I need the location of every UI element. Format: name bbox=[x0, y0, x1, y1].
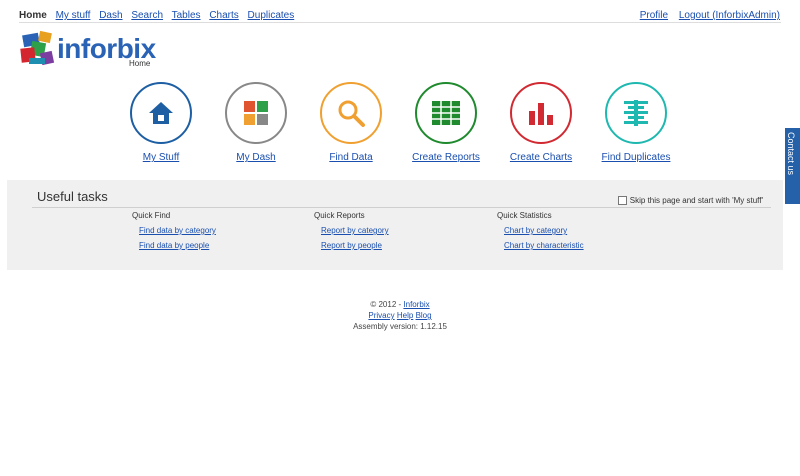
tile-my-stuff[interactable]: My Stuff bbox=[116, 82, 206, 163]
help-link[interactable]: Help bbox=[397, 311, 413, 320]
privacy-link[interactable]: Privacy bbox=[368, 311, 394, 320]
nav-tables[interactable]: Tables bbox=[172, 10, 201, 21]
useful-tasks-panel: Useful tasks Skip this page and start wi… bbox=[7, 180, 783, 270]
report-by-people-link[interactable]: Report by people bbox=[321, 241, 389, 250]
find-by-category-link[interactable]: Find data by category bbox=[139, 226, 216, 235]
quick-reports-column: Quick Reports Report by category Report … bbox=[314, 211, 389, 256]
quick-find-heading: Quick Find bbox=[132, 211, 171, 220]
nav-my-stuff[interactable]: My stuff bbox=[56, 10, 91, 21]
magnifier-icon[interactable] bbox=[320, 82, 382, 144]
company-link[interactable]: Inforbix bbox=[403, 300, 429, 309]
nav-charts[interactable]: Charts bbox=[209, 10, 238, 21]
tile-label-create-reports[interactable]: Create Reports bbox=[412, 152, 480, 163]
quick-statistics-column: Quick Statistics Chart by category Chart… bbox=[497, 211, 584, 256]
tile-label-create-charts[interactable]: Create Charts bbox=[510, 152, 572, 163]
nav-home[interactable]: Home bbox=[19, 10, 47, 21]
tile-label-find-duplicates[interactable]: Find Duplicates bbox=[602, 152, 671, 163]
quick-find-column: Quick Find Find data by category Find da… bbox=[132, 211, 216, 256]
copyright-line: © 2012 - Inforbix bbox=[0, 299, 800, 310]
header-divider bbox=[19, 22, 781, 23]
tile-label-find-data[interactable]: Find Data bbox=[329, 152, 372, 163]
footer-links: Privacy Help Blog bbox=[0, 310, 800, 321]
nav-dash[interactable]: Dash bbox=[99, 10, 122, 21]
useful-tasks-title: Useful tasks bbox=[37, 189, 108, 204]
nav-duplicates[interactable]: Duplicates bbox=[248, 10, 295, 21]
assembly-version: Assembly version: 1.12.15 bbox=[353, 322, 447, 331]
tile-label-my-dash[interactable]: My Dash bbox=[236, 152, 275, 163]
quick-reports-heading: Quick Reports bbox=[314, 211, 365, 220]
house-icon[interactable] bbox=[130, 82, 192, 144]
footer: © 2012 - Inforbix Privacy Help Blog Asse… bbox=[0, 299, 800, 332]
tile-find-data[interactable]: Find Data bbox=[306, 82, 396, 163]
quick-statistics-heading: Quick Statistics bbox=[497, 211, 552, 220]
nav-search[interactable]: Search bbox=[131, 10, 163, 21]
account-links: Profile Logout (InforbixAdmin) bbox=[632, 10, 780, 21]
chart-by-characteristic-link[interactable]: Chart by characteristic bbox=[504, 241, 584, 250]
top-nav: Home My stuff Dash Search Tables Charts … bbox=[19, 10, 300, 21]
profile-link[interactable]: Profile bbox=[640, 10, 668, 21]
copyright-text: © 2012 - bbox=[370, 300, 404, 309]
chart-by-category-link[interactable]: Chart by category bbox=[504, 226, 584, 235]
bar-chart-icon[interactable] bbox=[510, 82, 572, 144]
skip-checkbox[interactable] bbox=[617, 196, 627, 205]
dashboard-icon[interactable] bbox=[225, 82, 287, 144]
table-icon[interactable] bbox=[415, 82, 477, 144]
tile-find-duplicates[interactable]: Find Duplicates bbox=[591, 82, 681, 163]
tile-label-my-stuff[interactable]: My Stuff bbox=[143, 152, 180, 163]
page-title: Home bbox=[129, 59, 151, 68]
contact-us-label[interactable]: Contact us bbox=[786, 132, 796, 175]
tile-create-reports[interactable]: Create Reports bbox=[401, 82, 491, 163]
duplicates-icon[interactable] bbox=[605, 82, 667, 144]
find-by-people-link[interactable]: Find data by people bbox=[139, 241, 216, 250]
skip-page-option[interactable]: Skip this page and start with 'My stuff' bbox=[617, 196, 763, 205]
report-by-category-link[interactable]: Report by category bbox=[321, 226, 389, 235]
useful-divider bbox=[32, 207, 771, 208]
tile-row: My Stuff My Dash Find Data Create Report… bbox=[0, 82, 800, 163]
blog-link[interactable]: Blog bbox=[416, 311, 432, 320]
tile-my-dash[interactable]: My Dash bbox=[211, 82, 301, 163]
contact-us-tab[interactable]: Contact us bbox=[785, 128, 800, 204]
tile-create-charts[interactable]: Create Charts bbox=[496, 82, 586, 163]
skip-label[interactable]: Skip this page and start with 'My stuff' bbox=[630, 196, 763, 205]
logout-link[interactable]: Logout (InforbixAdmin) bbox=[679, 10, 780, 21]
